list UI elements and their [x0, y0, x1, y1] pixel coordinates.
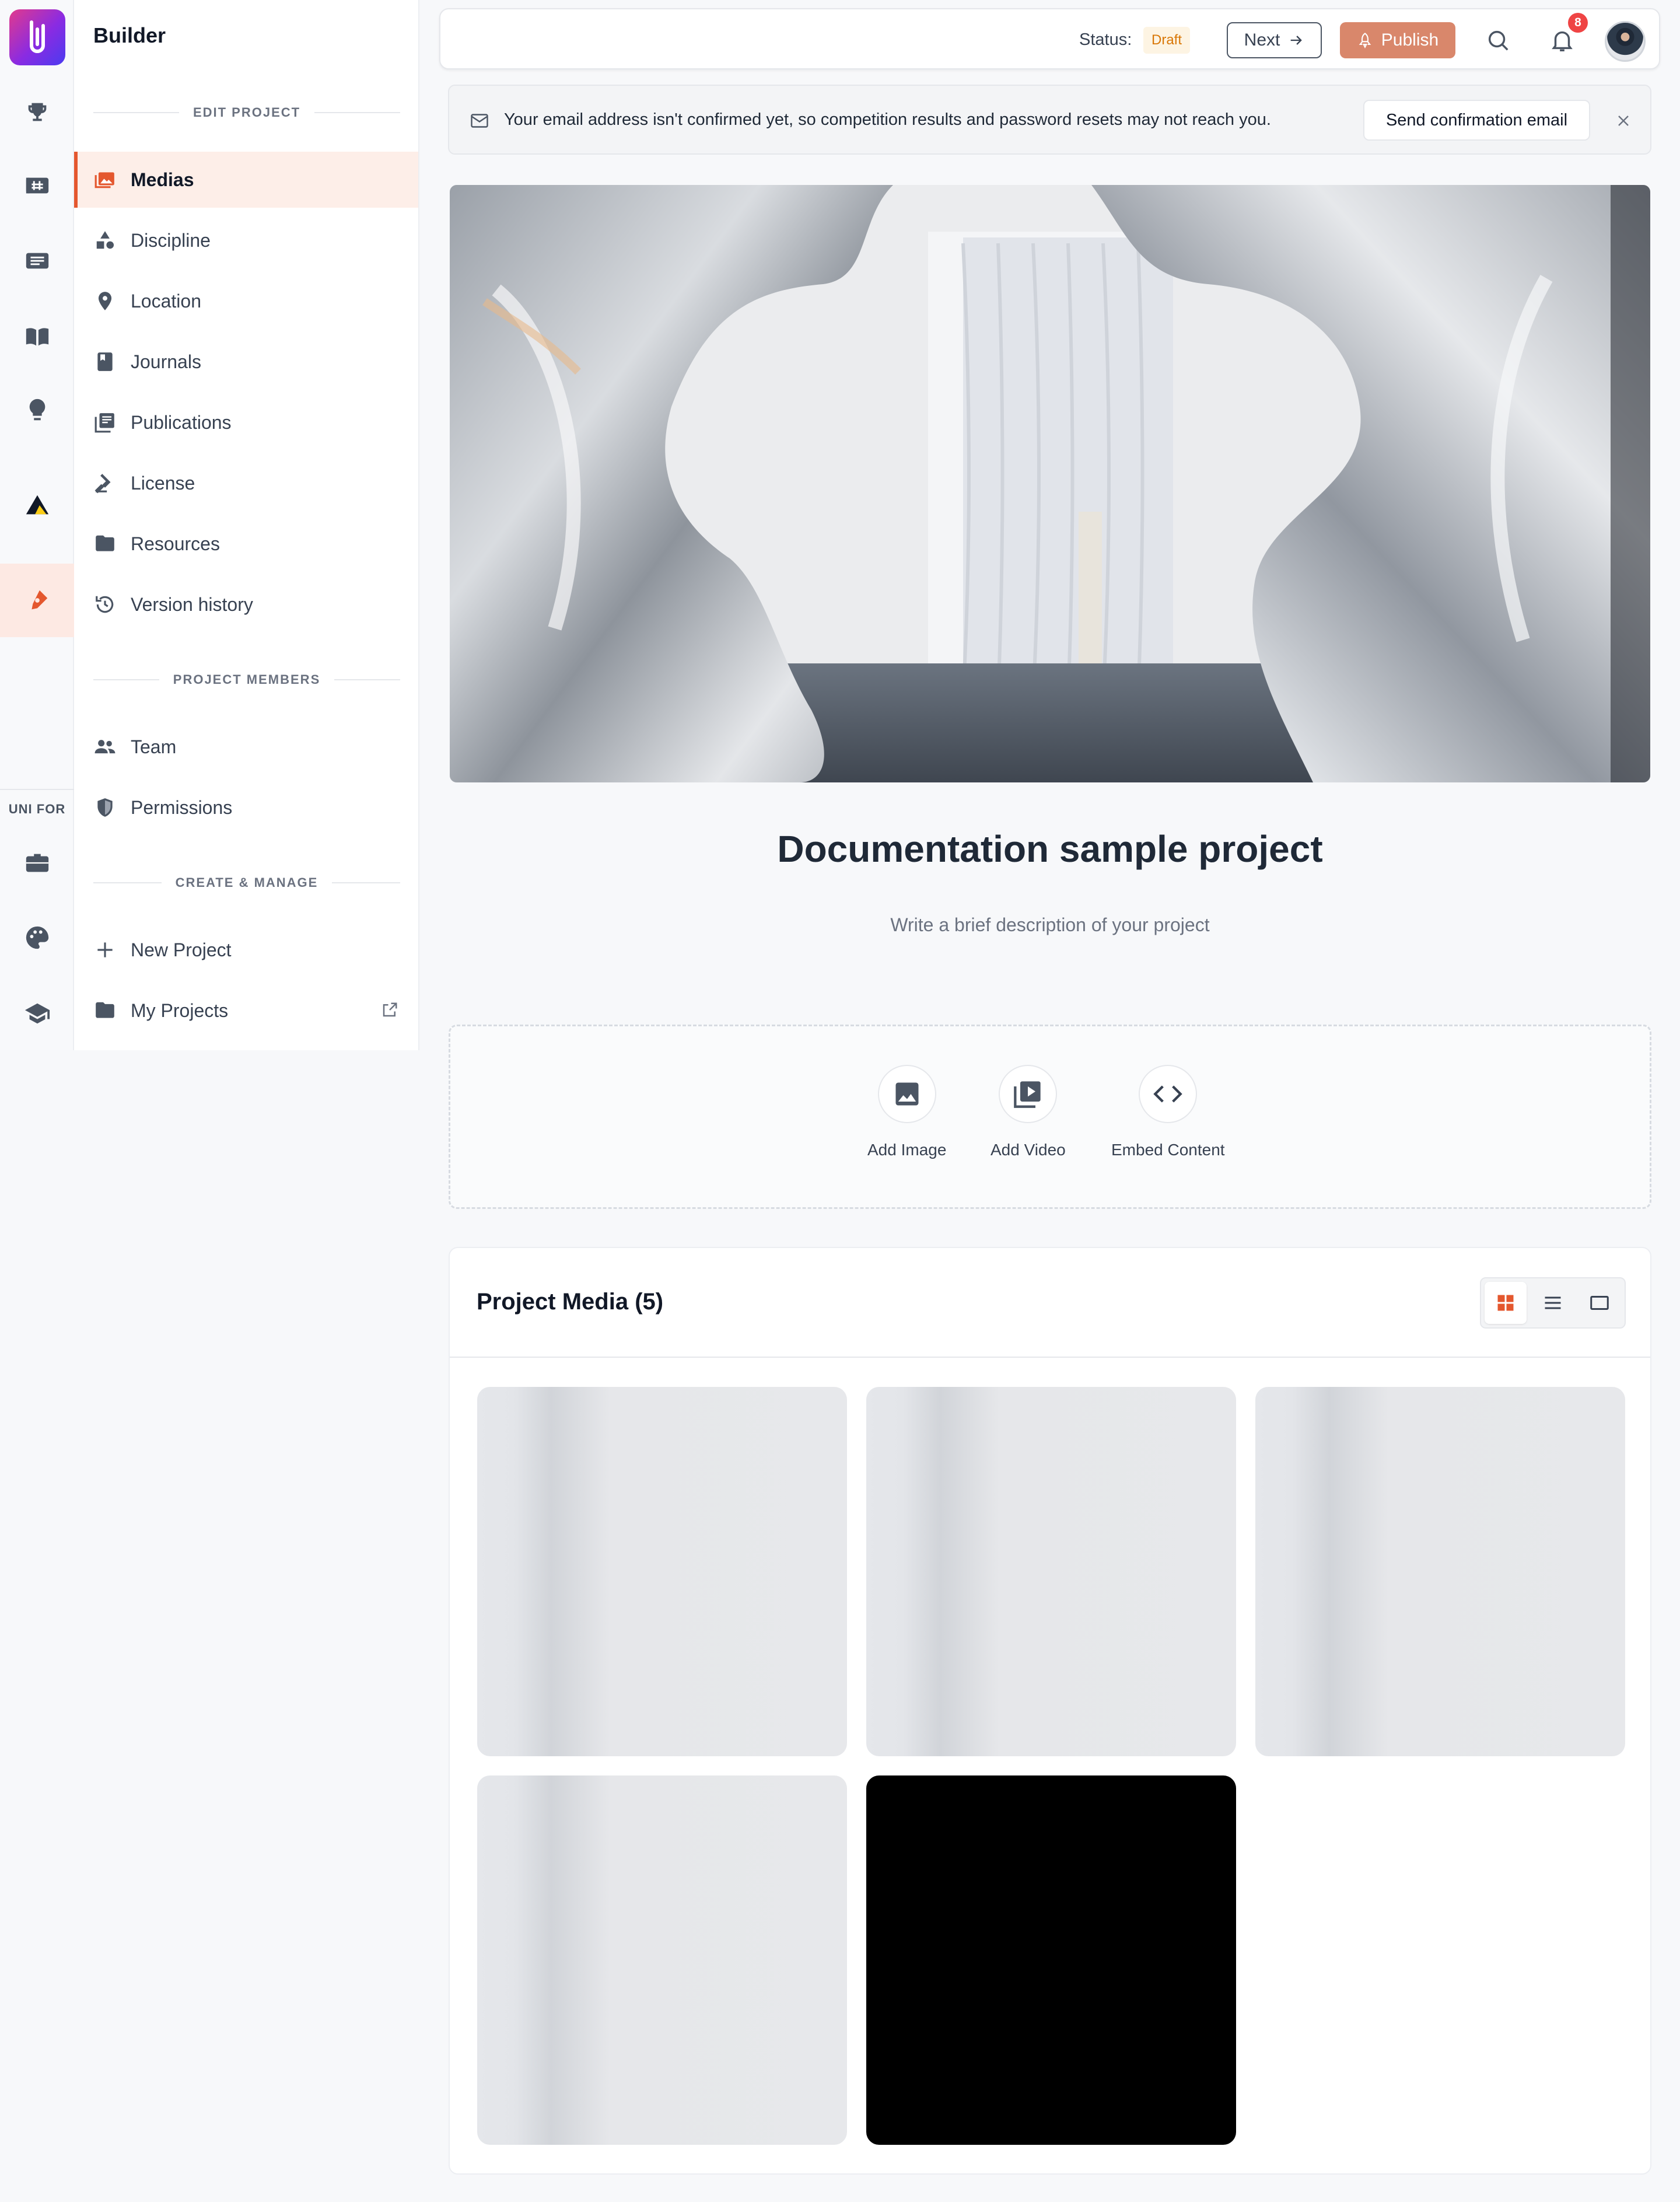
add-media-dropzone[interactable]: Add Image Add Video Embed Content — [449, 1025, 1651, 1209]
folder-icon — [93, 999, 117, 1022]
status-label: Status: — [1079, 30, 1132, 49]
bell-icon[interactable] — [1549, 27, 1576, 54]
folder-icon — [93, 532, 117, 555]
top-bar: Status: Draft Next Publish 8 — [439, 8, 1660, 69]
hashtag-board-icon[interactable] — [0, 158, 74, 213]
briefcase-icon[interactable] — [0, 836, 74, 890]
app-logo[interactable] — [9, 9, 65, 65]
sidebar-item-resources[interactable]: Resources — [74, 516, 418, 572]
media-tile[interactable] — [1255, 1387, 1625, 1756]
shield-icon — [93, 796, 117, 819]
code-icon — [1153, 1085, 1183, 1103]
project-title[interactable]: Documentation sample project — [450, 827, 1650, 871]
medias-icon — [93, 168, 117, 191]
location-pin-icon — [93, 289, 117, 313]
mail-icon — [471, 114, 488, 128]
gavel-icon — [93, 471, 117, 495]
image-icon — [895, 1082, 919, 1106]
sidebar-item-journals[interactable]: Journals — [74, 334, 418, 390]
add-image-button[interactable]: Add Image — [867, 1065, 946, 1159]
single-view-button[interactable] — [1578, 1282, 1620, 1324]
sidebar: Builder EDIT PROJECT Medias Discipline L… — [74, 0, 419, 1050]
sidebar-item-permissions[interactable]: Permissions — [74, 780, 418, 836]
team-icon — [93, 735, 117, 759]
triangle-logo-icon[interactable] — [0, 478, 74, 533]
alert-message: Your email address isn't confirmed yet, … — [504, 110, 1271, 129]
project-description[interactable]: Write a brief description of your projec… — [450, 914, 1650, 936]
media-tile[interactable] — [866, 1387, 1236, 1756]
grid-view-button[interactable] — [1485, 1282, 1527, 1324]
section-edit-project: EDIT PROJECT — [93, 104, 400, 121]
arrow-right-icon — [1291, 36, 1303, 45]
sidebar-item-team[interactable]: Team — [74, 719, 418, 775]
book-open-icon[interactable] — [0, 309, 74, 364]
status-badge: Draft — [1143, 27, 1191, 54]
video-library-icon — [1014, 1081, 1041, 1108]
close-icon[interactable] — [1614, 111, 1633, 130]
sidebar-item-my-projects[interactable]: My Projects — [74, 983, 418, 1039]
avatar[interactable] — [1605, 21, 1646, 62]
embed-content-button[interactable]: Embed Content — [1111, 1065, 1225, 1159]
list-icon — [1545, 1296, 1561, 1309]
media-tile[interactable] — [477, 1387, 847, 1756]
notification-badge: 8 — [1568, 13, 1588, 33]
media-tile[interactable] — [477, 1775, 847, 2145]
section-project-members: PROJECT MEMBERS — [93, 671, 400, 688]
sidebar-item-discipline[interactable]: Discipline — [74, 212, 418, 268]
app-name: Builder — [93, 23, 166, 47]
sidebar-item-license[interactable]: License — [74, 455, 418, 511]
plus-icon — [93, 938, 117, 962]
grid-icon — [1497, 1295, 1514, 1311]
add-video-button[interactable]: Add Video — [991, 1065, 1066, 1159]
rail-section-label: UNI FOR — [0, 789, 74, 817]
single-frame-icon — [1590, 1296, 1609, 1310]
cover-image[interactable] — [450, 185, 1650, 782]
lightbulb-icon[interactable] — [0, 383, 74, 438]
list-view-button[interactable] — [1532, 1282, 1574, 1324]
next-button[interactable]: Next — [1227, 22, 1322, 58]
email-alert: Your email address isn't confirmed yet, … — [448, 85, 1651, 155]
sidebar-item-publications[interactable]: Publications — [74, 394, 418, 450]
send-confirmation-button[interactable]: Send confirmation email — [1363, 100, 1590, 141]
publications-icon — [93, 411, 117, 434]
history-icon — [93, 593, 117, 616]
journal-icon — [93, 350, 117, 373]
publish-button[interactable]: Publish — [1340, 22, 1455, 58]
sidebar-item-location[interactable]: Location — [74, 273, 418, 329]
external-link-icon — [383, 1002, 397, 1017]
sidebar-item-version-history[interactable]: Version history — [74, 576, 418, 632]
media-tile[interactable] — [866, 1775, 1236, 2145]
search-icon[interactable] — [1485, 27, 1511, 54]
rocket-icon — [1359, 33, 1371, 48]
divider — [450, 1357, 1650, 1358]
list-card-icon[interactable] — [0, 233, 74, 288]
section-create-manage: CREATE & MANAGE — [93, 874, 400, 892]
project-media-panel: Project Media (5) — [449, 1247, 1651, 2175]
palette-icon[interactable] — [0, 910, 74, 965]
trophy-icon[interactable] — [0, 85, 74, 139]
view-toggle — [1480, 1277, 1626, 1329]
sidebar-item-new-project[interactable]: New Project — [74, 922, 418, 978]
icon-rail: UNI FOR — [0, 0, 74, 1050]
builder-pen-icon[interactable] — [0, 564, 74, 637]
project-media-title: Project Media (5) — [477, 1289, 664, 1315]
shapes-icon — [93, 229, 117, 252]
graduation-cap-icon[interactable] — [0, 986, 74, 1041]
sidebar-item-medias[interactable]: Medias — [74, 152, 418, 208]
